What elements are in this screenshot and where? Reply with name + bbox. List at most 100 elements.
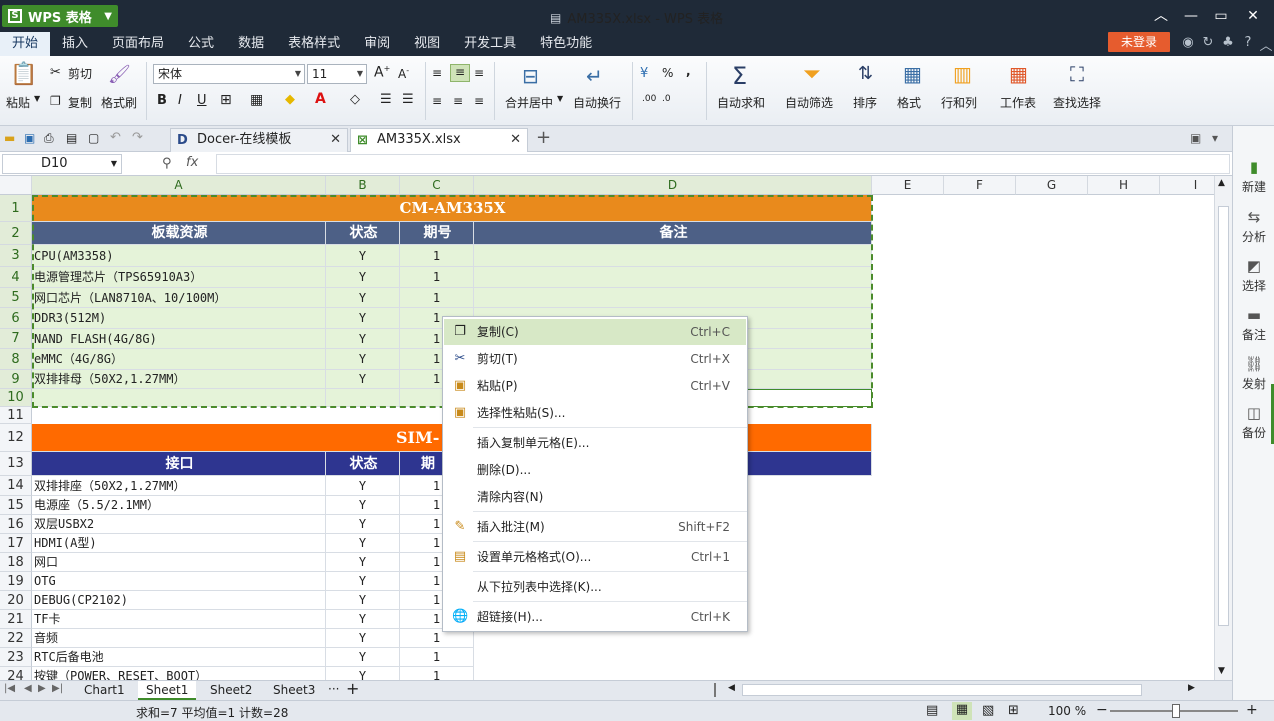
align-bottom-icon[interactable]: ≡ [474,66,484,80]
last-sheet-icon[interactable]: ▶| [52,683,63,694]
chevron-down-icon[interactable]: ▼ [34,94,40,103]
merge-center-icon[interactable]: ⊟ [522,64,539,88]
worksheet-button[interactable]: 工作表 [1000,94,1036,111]
vertical-scrollbar[interactable]: ▲ ▼ [1214,176,1232,680]
normal-view-icon[interactable]: ▤ [926,703,938,718]
scroll-up-icon[interactable]: ▲ [1218,178,1225,188]
table-cell[interactable]: Y [326,496,400,515]
row-header[interactable]: 20 [0,591,32,610]
table-row[interactable]: TF卡 [32,610,326,629]
table-cell[interactable]: 1 [400,245,474,267]
panel-notes[interactable]: ▬ 备注 [1233,306,1274,343]
sort-button[interactable]: 排序 [853,94,877,111]
table-cell[interactable]: CPU(AM3358) [32,245,326,267]
bold-icon[interactable]: B [157,93,167,108]
table-cell[interactable]: Y [326,515,400,534]
table-cell[interactable]: Y [326,245,400,267]
row-header[interactable]: 16 [0,515,32,534]
table-cell[interactable]: DDR3(512M) [32,308,326,329]
row-header[interactable]: 3 [0,245,32,267]
undo-icon[interactable]: ↶ [110,130,121,145]
more-sheets-button[interactable]: ··· [328,682,339,696]
align-right-icon[interactable]: ≡ [474,94,484,108]
panel-backup[interactable]: ◫ 备份 [1233,404,1274,441]
merge-center-button[interactable]: 合并居中 [505,94,553,111]
expand-icon[interactable]: ︿ [1258,35,1274,54]
column-header-f[interactable]: F [944,176,1016,195]
row-header[interactable]: 10 [0,389,32,407]
menu-formulas[interactable]: 公式 [176,32,226,56]
app-menu-button[interactable]: S WPS 表格 ▼ [2,5,118,27]
copy-button[interactable]: 复制 [68,94,92,111]
table-cell[interactable]: Y [326,572,400,591]
shirt-icon[interactable]: ♣ [1220,35,1236,51]
row-header[interactable]: 2 [0,222,32,245]
table-cell[interactable]: eMMC（4G/8G） [32,349,326,370]
format-painter-icon[interactable]: 🖌 [108,64,131,85]
table2-header-interface[interactable]: 接口 [32,452,326,476]
split-handle[interactable] [714,683,716,697]
table-cell[interactable]: 电源管理芯片（TPS65910A3） [32,267,326,288]
table-cell[interactable]: Y [326,610,400,629]
scroll-down-icon[interactable]: ▼ [1218,666,1225,676]
row-col-icon[interactable]: ▥ [953,62,972,86]
menu-item-paste-special[interactable]: ▣ 选择性粘贴(S)... [444,400,746,426]
align-middle-icon[interactable]: ≡ [450,64,470,82]
table-cell[interactable]: 网口芯片（LAN8710A、10/100M） [32,288,326,308]
row-header[interactable]: 5 [0,288,32,308]
minimize-button[interactable]: — [1180,6,1202,26]
menu-developer[interactable]: 开发工具 [452,32,528,56]
panel-send[interactable]: ⛓ 发射 [1233,355,1274,392]
formula-input[interactable] [216,154,1230,174]
table-row[interactable]: HDMI(A型) [32,534,326,553]
format-painter-button[interactable]: 格式刷 [101,94,137,111]
menu-table-style[interactable]: 表格样式 [276,32,352,56]
find-select-button[interactable]: 查找选择 [1053,94,1101,111]
horizontal-scrollbar-thumb[interactable] [742,684,1142,696]
row-header[interactable]: 12 [0,424,32,452]
percent-button[interactable]: % [662,66,673,80]
redo-icon[interactable]: ↷ [132,130,143,145]
tab-am335x[interactable]: ⊠ AM335X.xlsx ✕ [350,128,528,152]
row-header[interactable]: 18 [0,553,32,572]
table-cell[interactable]: Y [326,349,400,370]
table-cell[interactable]: Y [326,553,400,572]
table-row[interactable]: DEBUG(CP2102) [32,591,326,610]
panel-new[interactable]: ▮ 新建 [1233,158,1274,195]
print-preview-icon[interactable]: ▤ [66,131,77,145]
binoculars-icon[interactable]: ⛶ [1070,62,1084,86]
column-header-c[interactable]: C [400,176,474,195]
paste-button[interactable]: 粘贴 [6,94,30,111]
close-icon[interactable]: ✕ [330,129,341,151]
page-break-view-icon[interactable]: ▧ [982,703,994,718]
panel-select[interactable]: ◩ 选择 [1233,257,1274,294]
table-row[interactable]: 按键（POWER、RESET、BOOT） [32,667,326,680]
zoom-in-icon[interactable]: + [1246,702,1258,718]
maximize-button[interactable]: ▭ [1210,6,1232,26]
comma-button[interactable]: , [686,64,691,78]
cell-style-icon[interactable]: ▦ [250,92,263,108]
add-sheet-icon[interactable]: + [346,679,359,698]
menu-item-hyperlink[interactable]: 🌐 超链接(H)... Ctrl+K [444,604,746,630]
decrease-decimal-icon[interactable]: .0 [662,94,671,104]
zoom-search-icon[interactable]: ⚲ [162,156,172,171]
table-cell[interactable]: Y [326,267,400,288]
fx-icon[interactable]: fx [186,155,198,170]
print-icon[interactable]: ⎙ [44,131,54,146]
menu-view[interactable]: 视图 [402,32,452,56]
menu-item-delete[interactable]: 删除(D)... [444,457,746,483]
sigma-icon[interactable]: Σ [732,62,747,90]
worksheet-icon[interactable]: ▦ [1009,62,1028,86]
italic-icon[interactable]: I [178,93,182,108]
outdent-icon[interactable]: ☰ [380,92,392,107]
zoom-level[interactable]: 100 % [1048,704,1086,718]
zoom-slider-thumb[interactable] [1172,704,1180,718]
paste-icon[interactable]: 📋 [10,62,37,90]
font-grow-icon[interactable]: A+ [374,64,390,81]
border-icon[interactable]: ⊞ [220,92,232,108]
table-cell[interactable]: Y [326,667,400,680]
table-row[interactable]: 音频 [32,629,326,648]
row-header[interactable]: 6 [0,308,32,329]
help-icon[interactable]: ? [1240,35,1256,51]
row-header[interactable]: 23 [0,648,32,667]
